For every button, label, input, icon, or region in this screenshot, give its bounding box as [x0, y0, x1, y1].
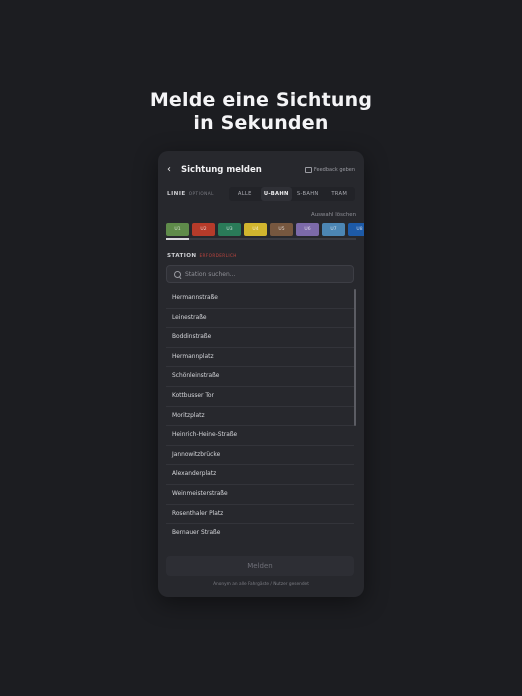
station-list-item[interactable]: Leinestraße — [166, 309, 354, 329]
tab-alle[interactable]: ALLE — [229, 187, 261, 201]
station-list-item[interactable]: Jannowitzbrücke — [166, 446, 354, 466]
line-label-text: LINIE — [167, 191, 186, 197]
station-list-item[interactable]: Heinrich-Heine-Straße — [166, 426, 354, 446]
feedback-label: Feedback geben — [313, 167, 355, 173]
station-list-item[interactable]: Rosenthaler Platz — [166, 505, 354, 525]
line-scroll-track — [166, 238, 356, 240]
station-list-scrollbar[interactable] — [354, 289, 356, 426]
feedback-button[interactable]: Feedback geben — [304, 165, 355, 175]
line-chip-u1[interactable]: U1 — [166, 223, 189, 236]
station-list-item[interactable]: Weinmeisterstraße — [166, 485, 354, 505]
transport-type-tabs: ALLE U-BAHN S-BAHN TRAM — [229, 187, 355, 201]
station-list-item[interactable]: Hermannstraße — [166, 289, 354, 309]
report-sheet: ‹ Sichtung melden Feedback geben LINIE OP… — [158, 151, 364, 597]
line-chip-u5[interactable]: U5 — [270, 223, 293, 236]
back-chevron-icon[interactable]: ‹ — [167, 163, 171, 177]
line-filter-row: LINIE OPTIONAL ALLE U-BAHN S-BAHN TRAM — [158, 187, 364, 201]
headline-line-2: in Sekunden — [193, 112, 329, 134]
submit-button[interactable]: Melden — [166, 556, 354, 576]
station-list-item[interactable]: Alexanderplatz — [166, 465, 354, 485]
station-list-item[interactable]: Kottbusser Tor — [166, 387, 354, 407]
station-list: Hermannstraße Leinestraße Boddinstraße Herm… — [166, 289, 354, 543]
search-icon — [174, 271, 181, 278]
required-tag: ERFORDERLICH — [199, 253, 237, 258]
line-chip-row: U1 U2 U3 U4 U5 U6 U7 U8 — [166, 223, 364, 237]
line-chip-u3[interactable]: U3 — [218, 223, 241, 236]
message-icon — [304, 166, 312, 173]
clear-selection-link[interactable]: Auswahl löschen — [311, 211, 356, 220]
station-list-item[interactable]: Schönleinstraße — [166, 367, 354, 387]
station-search-input[interactable] — [185, 266, 345, 282]
station-list-item[interactable]: Hermannplatz — [166, 348, 354, 368]
line-chip-u7[interactable]: U7 — [322, 223, 345, 236]
line-chip-u4[interactable]: U4 — [244, 223, 267, 236]
line-label: LINIE OPTIONAL — [167, 189, 214, 199]
station-search[interactable] — [166, 265, 354, 283]
tab-s-bahn[interactable]: S-BAHN — [292, 187, 324, 201]
tab-tram[interactable]: TRAM — [324, 187, 356, 201]
line-chip-u8[interactable]: U8 — [348, 223, 364, 236]
station-label: STATION ERFORDERLICH — [167, 251, 237, 261]
footnote: Anonym an alle Fahrgäste / Nutzer gesend… — [213, 582, 309, 587]
line-chip-u2[interactable]: U2 — [192, 223, 215, 236]
tab-u-bahn[interactable]: U-BAHN — [260, 187, 292, 201]
line-chip-u6[interactable]: U6 — [296, 223, 319, 236]
page-title: Sichtung melden — [181, 165, 262, 175]
station-label-text: STATION — [167, 253, 197, 259]
optional-tag: OPTIONAL — [188, 191, 214, 196]
station-list-item[interactable]: Boddinstraße — [166, 328, 354, 348]
line-scroll-indicator — [166, 238, 189, 240]
station-list-item[interactable]: Bernauer Straße — [166, 524, 354, 543]
headline-line-1: Melde eine Sichtung — [149, 89, 373, 111]
headline: Melde eine Sichtung in Sekunden — [0, 89, 522, 135]
top-bar: ‹ Sichtung melden Feedback geben — [158, 163, 364, 179]
station-list-item[interactable]: Moritzplatz — [166, 407, 354, 427]
